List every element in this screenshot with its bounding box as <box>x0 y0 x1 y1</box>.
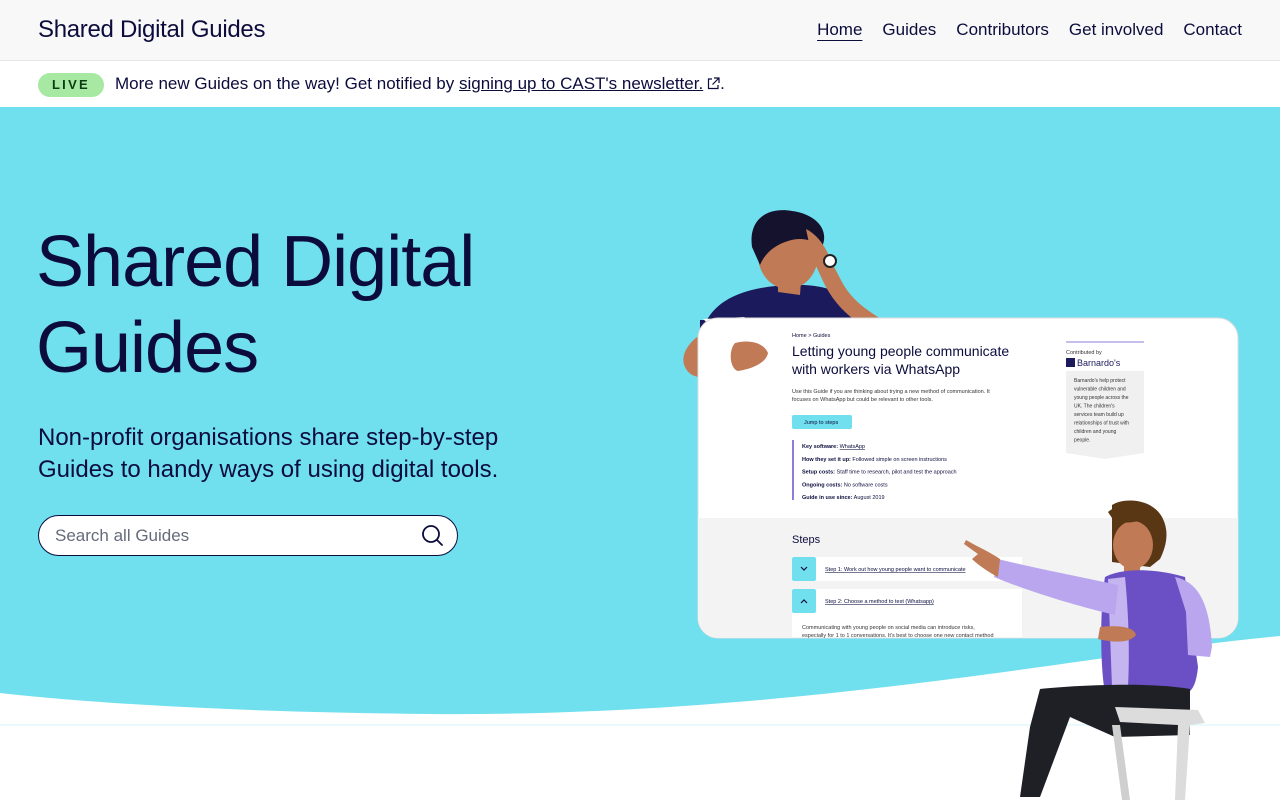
site-header: Shared Digital Guides Home Guides Contri… <box>0 0 1280 61</box>
guide-intro-line-2: focuses on WhatsApp but could be relevan… <box>792 397 933 403</box>
org-blurb-line: vulnerable children and <box>1074 387 1126 393</box>
guide-fact-row: Setup costs: Staff time to research, pil… <box>802 470 957 476</box>
step-2-body-line-2: especially for 1 to 1 conversations. It'… <box>802 633 994 639</box>
steps-heading: Steps <box>792 534 821 546</box>
step-2-link[interactable]: Step 2: Choose a method to test (Whatsap… <box>825 599 934 605</box>
hero-illustration: Home > Guides Letting young people commu… <box>683 210 1239 800</box>
guide-fact-label: How they set it up: <box>802 457 851 463</box>
org-blurb-line: children and young <box>1074 429 1116 435</box>
guide-title-line-2: with workers via WhatsApp <box>791 361 960 377</box>
guide-intro-line-1: Use this Guide if you are thinking about… <box>792 389 990 395</box>
external-link-icon <box>708 77 720 90</box>
phase-banner-suffix: . <box>720 74 725 93</box>
phase-banner-text: More new Guides on the way! Get notified… <box>115 74 725 94</box>
nav-get-involved[interactable]: Get involved <box>1069 20 1164 40</box>
guide-fact-row: Ongoing costs: No software costs <box>802 482 888 488</box>
live-tag: LIVE <box>38 73 104 97</box>
nav-contact[interactable]: Contact <box>1183 20 1242 40</box>
guide-fact-row: Guide in use since: August 2019 <box>802 495 885 501</box>
newsletter-link-label: signing up to CAST's newsletter. <box>458 74 704 93</box>
phase-banner-message: More new Guides on the way! Get notified… <box>115 74 459 93</box>
main-nav: Home Guides Contributors Get involved Co… <box>817 20 1242 40</box>
org-blurb-line: UK. The children's <box>1074 404 1115 410</box>
guide-fact-label: Key software: <box>802 444 838 450</box>
newsletter-link[interactable]: signing up to CAST's newsletter. <box>459 74 703 93</box>
guide-breadcrumb: Home > Guides <box>792 333 831 339</box>
nav-home[interactable]: Home <box>817 20 862 40</box>
nav-contributors[interactable]: Contributors <box>956 20 1049 40</box>
guide-fact-value: No software costs <box>844 482 888 488</box>
guide-title-line-1: Letting young people communicate <box>792 343 1009 359</box>
org-name: Barnardo's <box>1077 358 1121 368</box>
guide-fact-value: Staff time to research, pilot and test t… <box>837 470 957 476</box>
org-blurb-line: services team build up <box>1074 412 1124 418</box>
nav-guides[interactable]: Guides <box>882 20 936 40</box>
guide-fact-row: Key software: WhatsApp <box>802 444 865 450</box>
hero: Shared Digital Guides Non-profit organis… <box>0 107 1280 800</box>
step-2-toggle[interactable] <box>792 589 816 613</box>
org-blurb-line: people. <box>1074 438 1090 444</box>
step-2-body-line-1: Communicating with young people on socia… <box>802 625 975 631</box>
guide-fact-label: Setup costs: <box>802 470 835 476</box>
site-logo-link[interactable]: Shared Digital Guides <box>38 16 265 44</box>
jump-to-steps-label: Jump to steps <box>804 420 838 426</box>
guide-fact-value: August 2019 <box>854 495 885 501</box>
step-1-toggle[interactable] <box>792 557 816 581</box>
org-blurb-line: Barnardo's help protect <box>1074 378 1126 384</box>
org-blurb-line: young people across the <box>1074 395 1129 401</box>
guide-fact-label: Ongoing costs: <box>802 482 843 488</box>
guide-fact-value[interactable]: WhatsApp <box>840 444 865 450</box>
barnardos-logo <box>1066 358 1075 367</box>
contributed-by-label: Contributed by <box>1066 350 1102 356</box>
guide-fact-label: Guide in use since: <box>802 495 853 501</box>
org-blurb-line: relationships of trust with <box>1074 421 1129 427</box>
phase-banner: LIVE More new Guides on the way! Get not… <box>0 61 1280 107</box>
guide-fact-row: How they set it up: Followed simple on s… <box>802 457 947 463</box>
guide-fact-value: Followed simple on screen instructions <box>852 457 947 463</box>
step-1-link[interactable]: Step 1: Work out how young people want t… <box>825 567 966 573</box>
